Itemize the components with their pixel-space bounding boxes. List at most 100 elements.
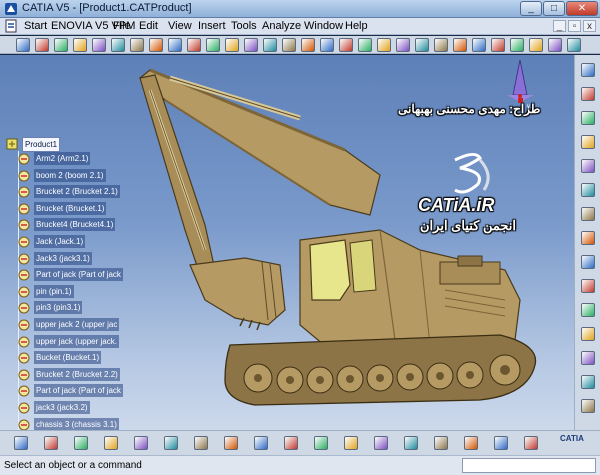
component-icon — [18, 385, 30, 397]
menu-view[interactable]: View — [168, 20, 192, 32]
multi-view-icon[interactable] — [168, 38, 182, 52]
zoom-in-icon[interactable] — [92, 38, 106, 52]
clash-icon[interactable] — [453, 38, 467, 52]
fly-icon[interactable] — [74, 436, 88, 450]
light-icon[interactable] — [494, 436, 508, 450]
knowledge-icon[interactable] — [548, 38, 562, 52]
menu-analyze[interactable]: Analyze — [262, 20, 301, 32]
iso-icon[interactable] — [224, 436, 238, 450]
maximize-button[interactable]: □ — [543, 1, 565, 16]
bill-of-material-icon[interactable] — [581, 327, 595, 341]
update-icon[interactable] — [472, 38, 486, 52]
book-icon[interactable] — [567, 38, 581, 52]
tree-node-label: Brucket 2 (Brucket 2.2) — [34, 367, 120, 381]
snap-icon[interactable] — [415, 38, 429, 52]
menu-insert[interactable]: Insert — [198, 20, 226, 32]
rotate-icon[interactable] — [104, 436, 118, 450]
menu-help[interactable]: Help — [345, 20, 368, 32]
offset-icon[interactable] — [320, 38, 334, 52]
component-icon — [18, 170, 30, 182]
angle-icon[interactable] — [339, 38, 353, 52]
mdi-minimize-button[interactable]: _ — [553, 20, 566, 32]
menu-edit[interactable]: Edit — [139, 20, 158, 32]
sketch-icon[interactable] — [35, 38, 49, 52]
catalog-browser-icon[interactable] — [314, 436, 328, 450]
component-icon — [18, 402, 30, 414]
fit-all-icon[interactable] — [194, 436, 208, 450]
pan-view-icon[interactable] — [134, 436, 148, 450]
save-icon[interactable] — [581, 399, 595, 413]
swap-visible-icon[interactable] — [434, 436, 448, 450]
component-icon — [18, 269, 30, 281]
properties-icon[interactable] — [284, 436, 298, 450]
mdi-restore-button[interactable]: ▫ — [568, 20, 581, 32]
reorder-icon[interactable] — [581, 255, 595, 269]
bottom-toolbar — [0, 430, 600, 455]
fix-icon[interactable] — [263, 38, 277, 52]
materials-icon[interactable] — [374, 436, 388, 450]
fix-together-icon[interactable] — [358, 38, 372, 52]
command-input[interactable] — [462, 458, 596, 473]
component-icon — [18, 203, 30, 215]
3d-viewport[interactable]: x y طراح: مهدی محسنی بهبهانی CATiA.iR ان… — [0, 55, 574, 430]
right-toolbar — [574, 55, 600, 430]
status-message: Select an object or a command — [4, 460, 142, 471]
graph-tree-icon[interactable] — [581, 231, 595, 245]
component-icon — [18, 153, 30, 165]
catalog-icon[interactable] — [581, 303, 595, 317]
shading-icon[interactable] — [187, 38, 201, 52]
menu-start[interactable]: Start — [24, 20, 47, 32]
tree-node-label: pin (pin.1) — [34, 284, 74, 298]
measure-icon[interactable] — [529, 38, 543, 52]
hide-show-icon[interactable] — [206, 38, 220, 52]
camera-icon[interactable] — [524, 436, 538, 450]
constraint-icon[interactable] — [244, 38, 258, 52]
minimize-button[interactable]: _ — [520, 1, 542, 16]
quick-constraint-icon[interactable] — [377, 38, 391, 52]
render-icon[interactable] — [464, 436, 478, 450]
component-icon — [18, 352, 30, 364]
replace-icon[interactable] — [581, 207, 595, 221]
menu-tools[interactable]: Tools — [231, 20, 257, 32]
new-part-icon[interactable] — [581, 159, 595, 173]
compass-icon[interactable] — [581, 87, 595, 101]
layer-icon[interactable] — [254, 436, 268, 450]
catia-app-icon[interactable] — [4, 2, 18, 16]
menu-file[interactable]: File — [113, 20, 131, 32]
hide-icon[interactable] — [404, 436, 418, 450]
component-icon — [18, 219, 30, 231]
axis-icon[interactable] — [581, 63, 595, 77]
pan-icon[interactable] — [73, 38, 87, 52]
formula-icon[interactable] — [344, 436, 358, 450]
tree-node-label: Brucket 2 (Brucket 2.1) — [34, 185, 120, 199]
tree-node-label: jack3 (jack3.2) — [34, 401, 90, 414]
undo-icon[interactable] — [14, 436, 28, 450]
swap-icon[interactable] — [225, 38, 239, 52]
iso-view-icon[interactable] — [149, 38, 163, 52]
distance-icon[interactable] — [510, 38, 524, 52]
zoom-out-icon[interactable] — [111, 38, 125, 52]
annotation-icon[interactable] — [581, 375, 595, 389]
redo-icon[interactable] — [44, 436, 58, 450]
document-icon[interactable] — [4, 19, 18, 33]
new-product-icon[interactable] — [581, 183, 595, 197]
section-icon[interactable] — [491, 38, 505, 52]
existing-component-icon[interactable] — [581, 135, 595, 149]
scene-icon[interactable] — [581, 351, 595, 365]
tree-node-label: Arm2 (Arm2.1) — [34, 152, 91, 165]
numbering-icon[interactable] — [581, 279, 595, 293]
zoom-view-icon[interactable] — [164, 436, 178, 450]
product-icon[interactable] — [16, 38, 30, 52]
explode-icon[interactable] — [434, 38, 448, 52]
move-icon[interactable] — [54, 38, 68, 52]
community-watermark: انجمن کتیای ایران — [420, 218, 516, 233]
normal-view-icon[interactable] — [130, 38, 144, 52]
coincidence-icon[interactable] — [282, 38, 296, 52]
contact-icon[interactable] — [301, 38, 315, 52]
assembly-icon[interactable] — [581, 111, 595, 125]
manipulation-icon[interactable] — [396, 38, 410, 52]
component-icon — [18, 186, 30, 198]
menu-window[interactable]: Window — [304, 20, 343, 32]
mdi-close-button[interactable]: x — [583, 20, 596, 32]
close-button[interactable]: ✕ — [566, 1, 598, 16]
